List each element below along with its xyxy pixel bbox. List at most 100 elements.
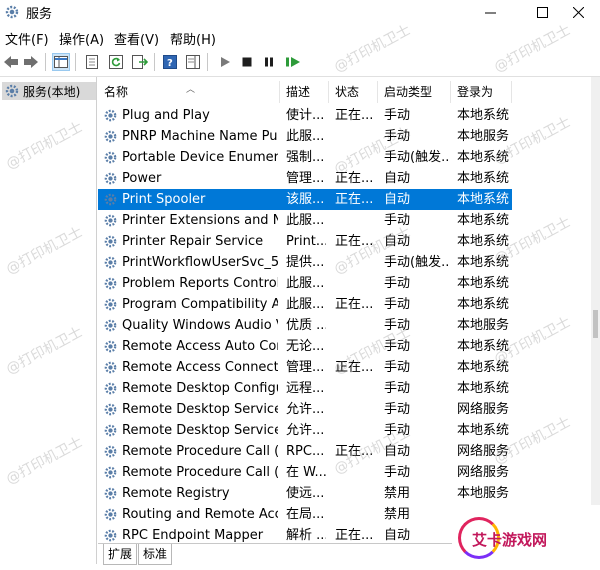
service-row[interactable]: Quality Windows Audio V... 优质 ... 手动 本地服务 xyxy=(98,315,512,336)
service-row[interactable]: RPC Endpoint Mapper解析 ...正在...自动网络服务 xyxy=(98,525,512,543)
service-description: 允许... xyxy=(286,402,325,417)
gear-icon xyxy=(104,382,117,395)
service-status: 正在... xyxy=(335,234,374,249)
service-row[interactable]: Printer Repair Service Print... 正在... 自动 本地系… xyxy=(98,231,512,252)
service-row[interactable]: Remote Access Connecti... 管理... 正在... 手动 本地系… xyxy=(98,357,512,378)
service-status xyxy=(335,483,377,504)
maximize-icon xyxy=(536,7,548,18)
service-row[interactable]: Print Spooler 该服... 正在... 自动 本地系统 xyxy=(98,189,512,210)
service-startup-type: 手动 xyxy=(384,297,411,312)
service-startup-type: 手动 xyxy=(384,381,411,396)
service-row[interactable]: Routing and Remote Acc...在局...禁用本地系统 xyxy=(98,504,512,525)
tree-node-services-local[interactable]: 服务(本地) xyxy=(2,82,96,100)
gear-icon xyxy=(104,319,117,332)
show-action-pane-button[interactable] xyxy=(184,53,202,71)
services-list: 名称 ︿ 描述 状态 启动类型 登录为 Plug and Play 使计... 正在… xyxy=(98,77,600,543)
service-row[interactable]: PrintWorkflowUserSvc_57... 提供... 手动(触发... 本… xyxy=(98,252,512,273)
service-row[interactable]: Portable Device Enumera... 强制... 手动(触发... 本… xyxy=(98,147,512,168)
pause-service-button[interactable] xyxy=(260,53,278,71)
service-name: Problem Reports Control... xyxy=(122,276,278,291)
gear-icon xyxy=(104,151,117,164)
service-startup-type: 禁用 xyxy=(384,486,411,501)
service-log-on-as: 本地系统 xyxy=(457,276,510,291)
service-startup-type: 手动 xyxy=(384,402,411,417)
column-header-startup-type[interactable]: 启动类型 xyxy=(378,81,451,103)
service-row[interactable]: Remote Access Auto Con... 无论... 手动 本地系统 xyxy=(98,336,512,357)
back-button[interactable] xyxy=(2,53,20,71)
service-name: Printer Repair Service xyxy=(122,234,264,249)
minimize-button[interactable] xyxy=(468,0,512,25)
show-console-tree-button[interactable] xyxy=(52,53,70,71)
service-name: PNRP Machine Name Pu... xyxy=(122,129,278,144)
service-row[interactable]: PNRP Machine Name Pu... 此服... 手动 本地服务 xyxy=(98,126,512,147)
menu-file[interactable]: 文件(F) xyxy=(5,29,49,48)
export-list-icon xyxy=(132,55,148,69)
gear-icon xyxy=(104,277,117,290)
column-header-log-on-as[interactable]: 登录为 xyxy=(451,81,512,103)
service-row[interactable]: Printer Extensions and N... 此服... 手动 本地系统 xyxy=(98,210,512,231)
service-description: 此服... xyxy=(286,213,325,228)
service-status xyxy=(335,273,377,294)
refresh-button[interactable] xyxy=(107,53,125,71)
service-startup-type: 手动 xyxy=(384,360,411,375)
service-name: Remote Desktop Configu... xyxy=(122,381,278,396)
forward-arrow-icon xyxy=(24,56,38,68)
action-pane-icon xyxy=(186,55,200,69)
service-description: Print... xyxy=(286,234,326,249)
toolbar-separator xyxy=(207,53,208,71)
menu-help[interactable]: 帮助(H) xyxy=(170,29,216,48)
gear-icon xyxy=(104,130,117,143)
service-log-on-as: 本地系统 xyxy=(457,339,510,354)
service-row[interactable]: Power 管理... 正在... 自动 本地系统 xyxy=(98,168,512,189)
service-row[interactable]: Problem Reports Control... 此服... 手动 本地系统 xyxy=(98,273,512,294)
service-description: 优质 ... xyxy=(286,318,326,333)
tab-extended[interactable]: 扩展 xyxy=(103,544,138,565)
stop-service-button[interactable] xyxy=(238,53,256,71)
service-startup-type: 自动 xyxy=(384,171,411,186)
service-log-on-as: 本地系统 xyxy=(457,213,510,228)
toolbar-separator xyxy=(75,53,76,71)
service-description: 此服... xyxy=(286,276,325,291)
service-row[interactable]: Remote Registry 使远... 禁用 本地服务 xyxy=(98,483,512,504)
tab-standard[interactable]: 标准 xyxy=(138,544,173,565)
service-status xyxy=(335,504,377,525)
gear-icon xyxy=(104,403,117,416)
column-header-name[interactable]: 名称 ︿ xyxy=(98,81,280,103)
forward-button[interactable] xyxy=(22,53,40,71)
service-description: 管理... xyxy=(286,360,325,375)
service-startup-type: 自动 xyxy=(384,192,411,207)
service-row[interactable]: Program Compatibility A... 此服... 正在... 手动 本地… xyxy=(98,294,512,315)
gear-icon xyxy=(104,235,117,248)
help-button[interactable]: ? xyxy=(161,53,179,71)
back-arrow-icon xyxy=(4,56,18,68)
scrollbar-thumb[interactable] xyxy=(593,310,598,338)
service-name: Power xyxy=(122,171,162,186)
column-header-description[interactable]: 描述 xyxy=(280,81,329,103)
start-service-button[interactable] xyxy=(216,53,234,71)
service-status xyxy=(335,252,377,273)
service-description: 允许... xyxy=(286,423,325,438)
service-row[interactable]: Remote Desktop Configu... 远程... 手动 本地系统 xyxy=(98,378,512,399)
help-icon: ? xyxy=(163,55,177,69)
service-row[interactable]: Remote Procedure Call (... 在 W... 手动 网络服务 xyxy=(98,462,512,483)
export-list-button[interactable] xyxy=(131,53,149,71)
properties-button[interactable] xyxy=(83,53,101,71)
column-header-status[interactable]: 状态 xyxy=(329,81,378,103)
service-row[interactable]: Remote Desktop Service... 允许... 手动 本地系统 xyxy=(98,420,512,441)
service-row[interactable]: Remote Procedure Call (... RPC... 正在... 自动 网… xyxy=(98,441,512,462)
service-log-on-as: 本地服务 xyxy=(457,486,510,501)
menu-bar: 文件(F) 操作(A) 查看(V) 帮助(H) xyxy=(0,27,600,48)
menu-view[interactable]: 查看(V) xyxy=(114,29,159,48)
menu-action[interactable]: 操作(A) xyxy=(59,29,104,48)
service-description: 该服... xyxy=(286,192,325,207)
service-row[interactable]: Plug and Play 使计... 正在... 手动 本地系统 xyxy=(98,105,512,126)
service-name: Remote Access Connecti... xyxy=(122,360,278,375)
close-button[interactable] xyxy=(556,0,600,25)
vertical-scrollbar[interactable] xyxy=(591,77,600,543)
restart-service-button[interactable] xyxy=(284,53,302,71)
service-log-on-as: 本地服务 xyxy=(457,129,510,144)
service-description: 提供... xyxy=(286,255,325,270)
service-log-on-as: 本地系统 xyxy=(457,297,510,312)
service-row[interactable]: Remote Desktop Services 允许... 手动 网络服务 xyxy=(98,399,512,420)
gear-icon xyxy=(104,214,117,227)
